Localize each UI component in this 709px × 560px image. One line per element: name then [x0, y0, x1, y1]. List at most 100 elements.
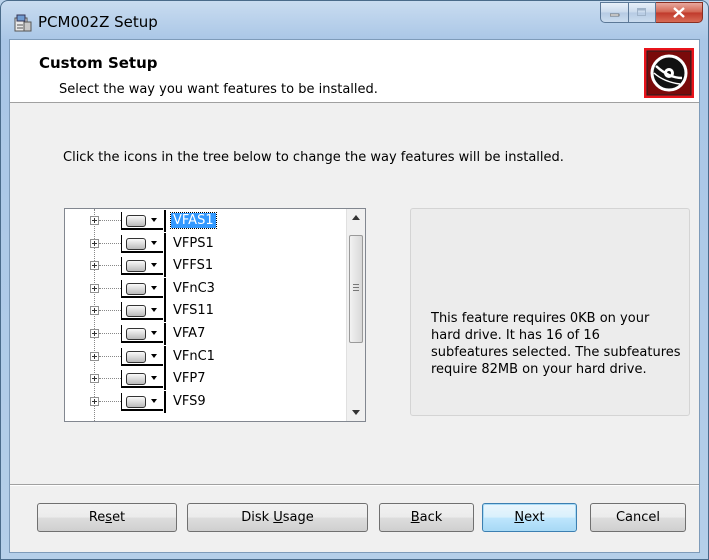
dropdown-caret-icon	[151, 285, 157, 290]
tree-separator	[164, 390, 166, 413]
back-button[interactable]: Back	[379, 503, 474, 532]
thumb-grip	[353, 284, 359, 285]
expand-plus-icon[interactable]	[90, 216, 99, 225]
instruction-text: Click the icons in the tree below to cha…	[63, 150, 564, 165]
close-button[interactable]	[656, 2, 703, 23]
feature-install-dropdown[interactable]	[121, 212, 163, 230]
disc-logo-icon	[644, 48, 694, 98]
feature-install-dropdown[interactable]	[121, 279, 163, 298]
window-title: PCM002Z Setup	[38, 13, 158, 31]
hard-drive-icon	[126, 328, 146, 340]
setup-window: PCM002Z Setup Custom Setup Select the wa…	[0, 0, 709, 560]
feature-install-dropdown[interactable]	[121, 392, 163, 411]
feature-tree[interactable]: VFAS1 VFPS1 VFFS1 VFnC3 VFS11 VFA7 VFnC1 VFP7 VF…	[64, 208, 366, 422]
tree-connector	[99, 333, 121, 334]
tree-separator	[164, 232, 166, 255]
tree-item[interactable]: VFnC3	[65, 277, 347, 300]
feature-description: This feature requires 0KB on your hard d…	[431, 311, 681, 377]
hard-drive-icon	[126, 282, 146, 295]
page-title: Custom Setup	[39, 54, 158, 72]
feature-install-dropdown[interactable]	[121, 257, 163, 276]
maximize-icon	[637, 8, 646, 16]
scroll-down-button[interactable]	[347, 404, 365, 421]
tree-item[interactable]: VFnC1	[65, 345, 347, 368]
tree-item-label[interactable]: VFnC3	[171, 281, 217, 296]
tree-separator	[164, 368, 166, 391]
tree-connector	[99, 242, 121, 244]
tree-connector	[99, 220, 121, 221]
tree-item-label[interactable]: VFFS1	[171, 258, 215, 273]
expand-plus-icon[interactable]	[90, 351, 99, 361]
hard-drive-icon	[126, 305, 146, 318]
scroll-thumb[interactable]	[349, 235, 363, 343]
installer-icon	[14, 14, 32, 32]
tree-separator	[164, 323, 166, 345]
cancel-label: Cancel	[615, 510, 661, 525]
title-bar[interactable]: PCM002Z Setup	[1, 1, 708, 39]
tree-item[interactable]: VFAS1	[65, 210, 347, 232]
tree-item-label[interactable]: VFS11	[171, 303, 216, 318]
reset-button[interactable]: Reset	[37, 503, 177, 532]
hard-drive-icon	[126, 260, 146, 273]
tree-connector	[99, 310, 121, 312]
tree-item-label[interactable]: VFnC1	[171, 349, 217, 364]
dropdown-caret-icon	[151, 263, 157, 268]
tree-separator	[164, 300, 166, 323]
scroll-up-button[interactable]	[347, 209, 365, 226]
tree-connector	[99, 378, 121, 380]
disk-usage-button[interactable]: Disk Usage	[187, 503, 368, 532]
dropdown-caret-icon	[151, 331, 157, 335]
tree-item[interactable]: VFP7	[65, 368, 347, 391]
dropdown-caret-icon	[151, 353, 157, 358]
expand-plus-icon[interactable]	[90, 283, 99, 293]
expand-plus-icon[interactable]	[90, 261, 99, 271]
dialog-client: Custom Setup Select the way you want fea…	[9, 39, 700, 553]
dropdown-caret-icon	[151, 398, 157, 403]
thumb-grip	[353, 287, 359, 288]
feature-description-box: This feature requires 0KB on your hard d…	[410, 208, 690, 416]
tree-separator	[164, 210, 166, 232]
tree-item[interactable]: VFFS1	[65, 255, 347, 278]
hard-drive-icon	[126, 373, 146, 386]
tree-item[interactable]: VFS11	[65, 300, 347, 323]
tree-item-label[interactable]: VFAS1	[170, 212, 217, 229]
thumb-grip	[353, 290, 359, 291]
tree-separator	[164, 277, 166, 300]
expand-plus-icon[interactable]	[90, 306, 99, 316]
minimize-icon	[609, 13, 619, 16]
expand-plus-icon[interactable]	[90, 238, 99, 248]
feature-install-dropdown[interactable]	[121, 302, 163, 321]
tree-item[interactable]: VFS9	[65, 390, 347, 413]
expand-plus-icon[interactable]	[90, 374, 99, 384]
feature-install-dropdown[interactable]	[121, 325, 163, 343]
tree-connector	[99, 400, 121, 402]
feature-install-dropdown[interactable]	[121, 370, 163, 389]
tree-item-label[interactable]: VFPS1	[171, 236, 216, 251]
feature-install-dropdown[interactable]	[121, 347, 163, 366]
tree-item[interactable]: VFPS1	[65, 232, 347, 255]
dropdown-caret-icon	[151, 308, 157, 313]
tree-scrollbar[interactable]	[346, 209, 365, 421]
tree-item[interactable]: VFA7	[65, 323, 347, 345]
down-arrow-icon	[352, 410, 360, 415]
expand-plus-icon[interactable]	[90, 396, 99, 406]
tree-item-label[interactable]: VFP7	[171, 371, 207, 386]
dropdown-caret-icon	[151, 218, 157, 222]
divider	[10, 484, 699, 486]
maximize-button[interactable]	[629, 2, 656, 23]
tree-connector	[99, 355, 121, 357]
tree-separator	[164, 345, 166, 368]
next-label: Next	[514, 510, 545, 525]
tree-item-label[interactable]: VFS9	[171, 394, 208, 409]
tree-item-label[interactable]: VFA7	[171, 326, 207, 341]
up-arrow-icon	[352, 215, 360, 220]
next-button[interactable]: Next	[482, 503, 577, 532]
expand-plus-icon[interactable]	[90, 329, 99, 338]
minimize-button[interactable]	[600, 2, 629, 23]
hard-drive-icon	[126, 215, 146, 227]
feature-install-dropdown[interactable]	[121, 234, 163, 253]
cancel-button[interactable]: Cancel	[590, 503, 686, 532]
dropdown-caret-icon	[151, 376, 157, 381]
hard-drive-icon	[126, 237, 146, 250]
tree-separator	[164, 255, 166, 278]
